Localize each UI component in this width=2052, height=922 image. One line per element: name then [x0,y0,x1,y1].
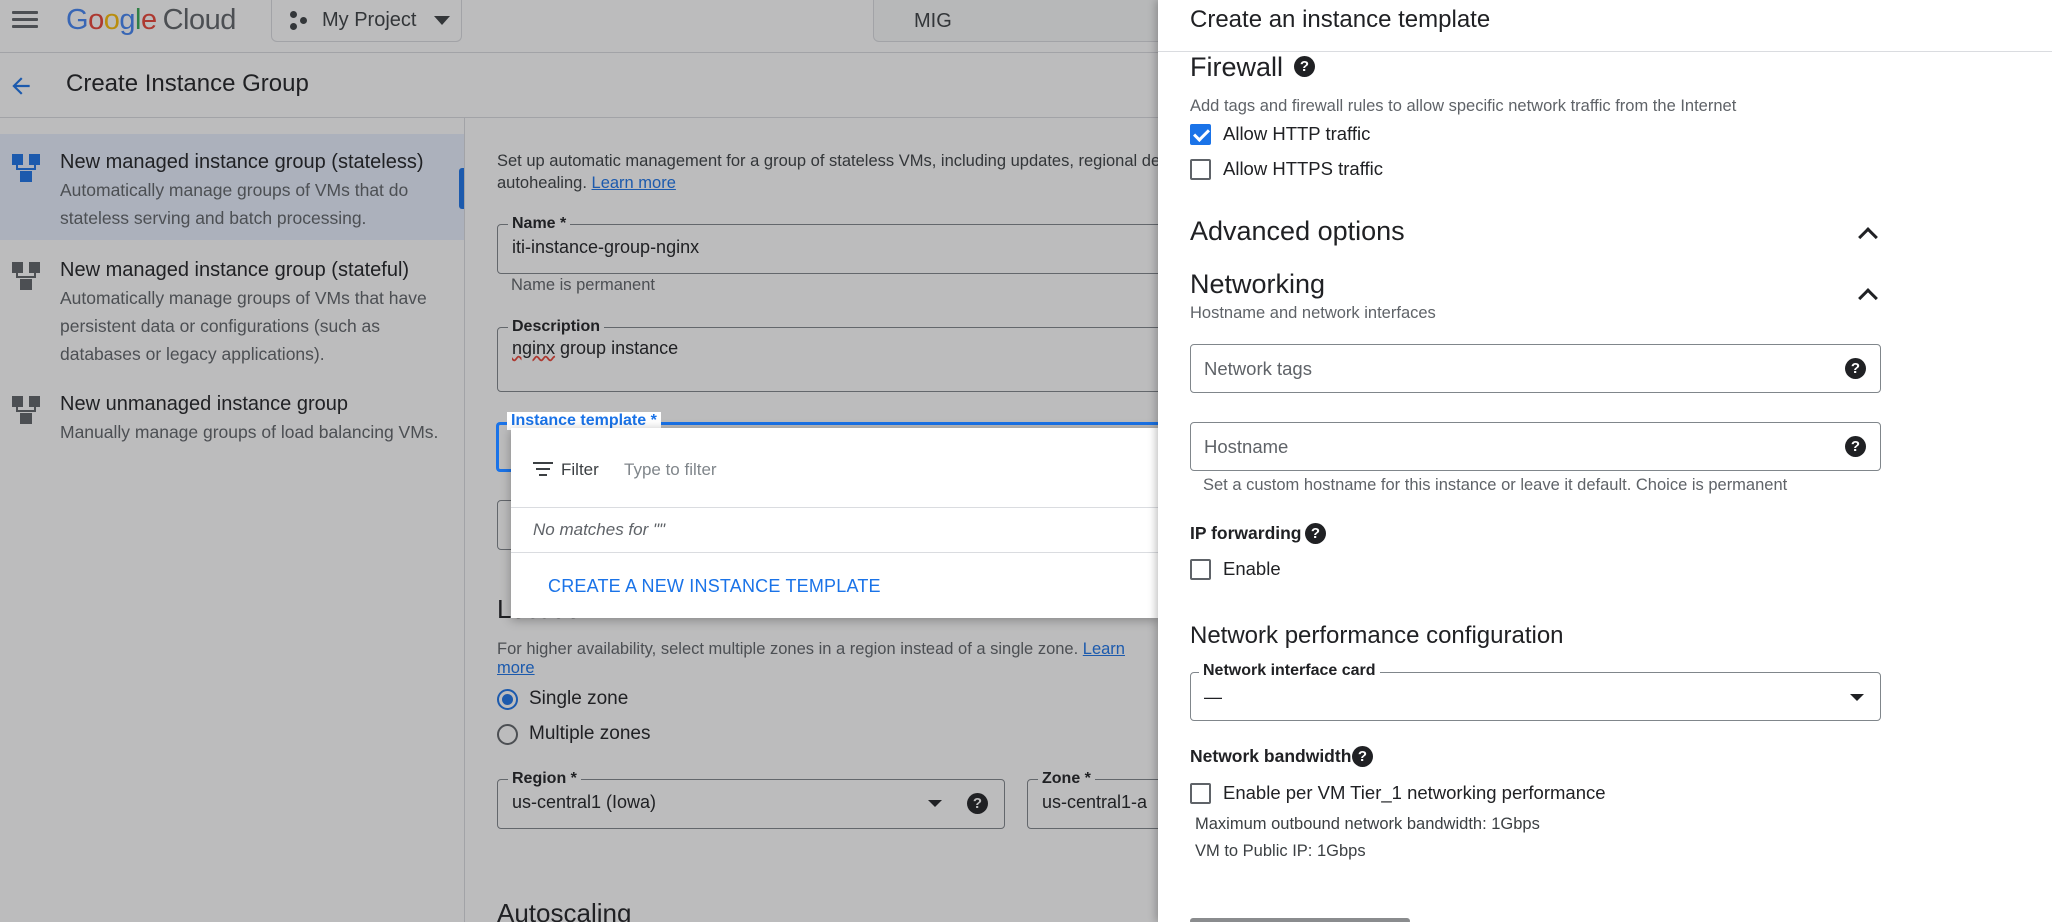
help-icon[interactable]: ? [1845,358,1866,379]
hostname-placeholder: Hostname [1204,436,1289,457]
allow-https-label: Allow HTTPS traffic [1223,158,1384,179]
network-interface-card-select[interactable]: Network interface card — [1190,662,1881,721]
network-tags-placeholder: Network tags [1204,358,1312,379]
network-bandwidth-help-icon[interactable]: ? [1352,746,1373,767]
hostname-hint: Set a custom hostname for this instance … [1203,476,1788,494]
filter-label: Filter [561,460,599,479]
hostname-input[interactable]: Hostname ? [1190,422,1881,471]
firewall-subtitle: Add tags and firewall rules to allow spe… [1190,97,1737,115]
caret-down-icon [1850,694,1864,701]
nic-label: Network interface card [1199,662,1380,680]
dropdown-filter[interactable]: Filter Type to filter [511,428,1159,508]
firewall-title: Firewall [1190,52,1284,82]
ip-forwarding-help-icon[interactable]: ? [1305,523,1326,544]
vm-public-ip-text: VM to Public IP: 1Gbps [1195,842,1366,860]
allow-https-checkbox[interactable] [1190,159,1211,180]
tier1-checkbox[interactable] [1190,783,1211,804]
advanced-options-title: Advanced options [1190,216,1405,246]
create-instance-template-button[interactable]: CREATE A NEW INSTANCE TEMPLATE [548,576,881,597]
filter-input[interactable]: Type to filter [624,460,717,480]
ip-forwarding-label: IP forwarding [1190,523,1302,543]
tier1-label: Enable per VM Tier_1 networking performa… [1223,782,1606,803]
network-interfaces-title-partial [1190,906,1430,922]
allow-http-label: Allow HTTP traffic [1223,123,1371,144]
help-icon[interactable]: ? [1845,436,1866,457]
max-outbound-text: Maximum outbound network bandwidth: 1Gbp… [1195,815,1540,833]
networking-subtitle: Hostname and network interfaces [1190,304,1436,322]
network-tags-input[interactable]: Network tags ? [1190,344,1881,393]
no-matches-text: No matches for "" [533,520,666,539]
ip-forwarding-enable-label: Enable [1223,558,1281,579]
ip-forwarding-checkbox[interactable] [1190,559,1211,580]
network-bandwidth-label: Network bandwidth [1190,746,1352,766]
panel-header: Create an instance template [1158,0,2052,52]
networking-title: Networking [1190,269,1326,299]
network-performance-title: Network performance configuration [1190,622,1564,649]
chevron-up-icon[interactable] [1858,227,1878,247]
nic-value: — [1204,687,1222,707]
panel-title: Create an instance template [1190,6,1491,33]
allow-http-checkbox[interactable] [1190,124,1211,145]
create-instance-template-panel: Create an instance template Firewall ? A… [1158,0,2052,922]
filter-icon [533,462,553,476]
instance-template-dropdown: Filter Type to filter No matches for "" … [511,428,1159,618]
chevron-up-icon[interactable] [1858,288,1878,308]
divider [511,552,1159,553]
firewall-help-icon[interactable]: ? [1294,56,1315,77]
